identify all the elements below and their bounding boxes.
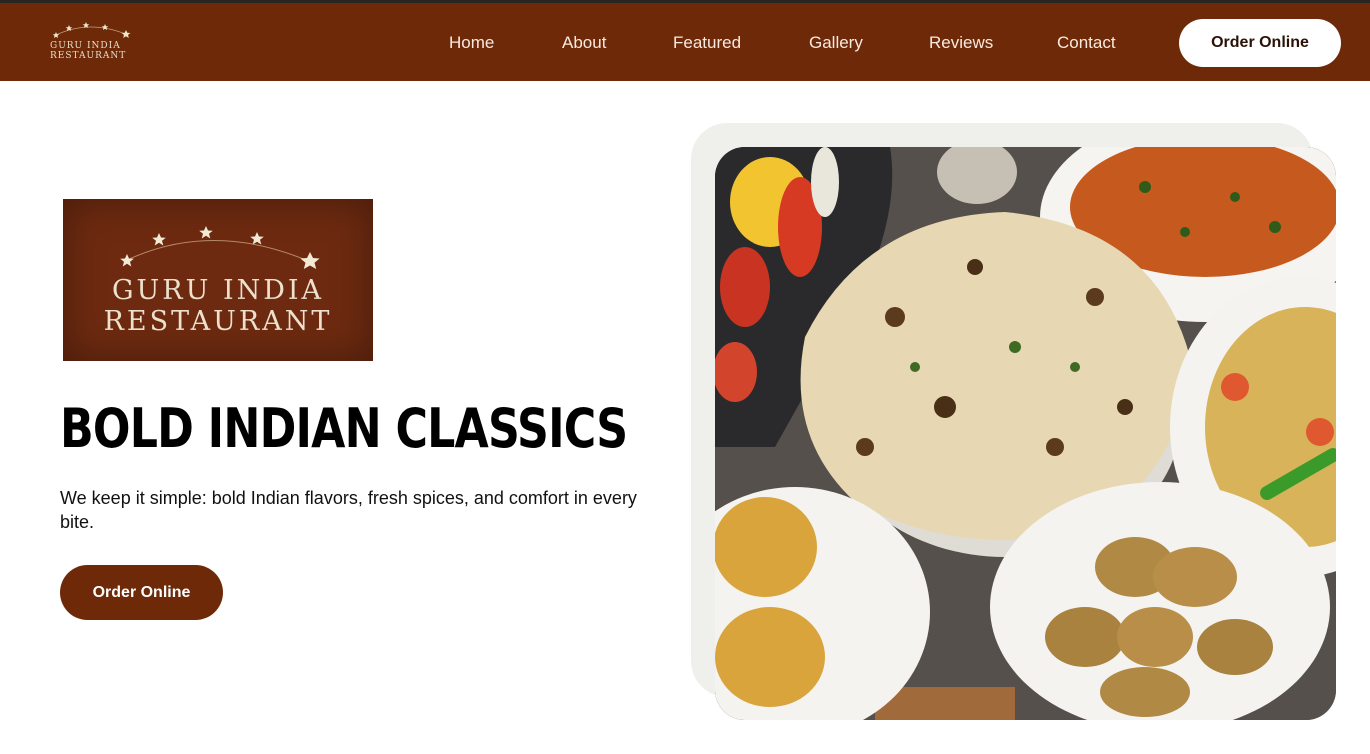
nav-order-online-button[interactable]: Order Online [1179,19,1341,67]
stars-icon [52,22,131,38]
nav-link-contact[interactable]: Contact [1057,33,1116,53]
hero-subtitle: We keep it simple: bold Indian flavors, … [60,488,637,532]
hero-stars-icon [120,226,320,269]
hero-title: BOLD INDIAN CLASSICS [60,397,628,460]
hero-logo-text: GURU INDIA RESTAURANT [103,275,333,337]
nav-link-home[interactable]: Home [449,33,494,53]
food-photo [715,147,1336,720]
nav-link-featured[interactable]: Featured [673,33,741,53]
nav-link-gallery[interactable]: Gallery [809,33,863,53]
top-nav: GURU INDIA RESTAURANT Home About Feature… [0,3,1370,81]
nav-link-reviews[interactable]: Reviews [929,33,993,53]
nav-logo-text: GURU INDIA RESTAURANT [50,41,127,61]
food-platter-image [715,147,1336,720]
nav-logo[interactable]: GURU INDIA RESTAURANT [50,21,134,67]
hero-logo: GURU INDIA RESTAURANT [63,199,373,361]
nav-link-about[interactable]: About [562,33,606,53]
hero-order-online-button[interactable]: Order Online [60,565,223,620]
